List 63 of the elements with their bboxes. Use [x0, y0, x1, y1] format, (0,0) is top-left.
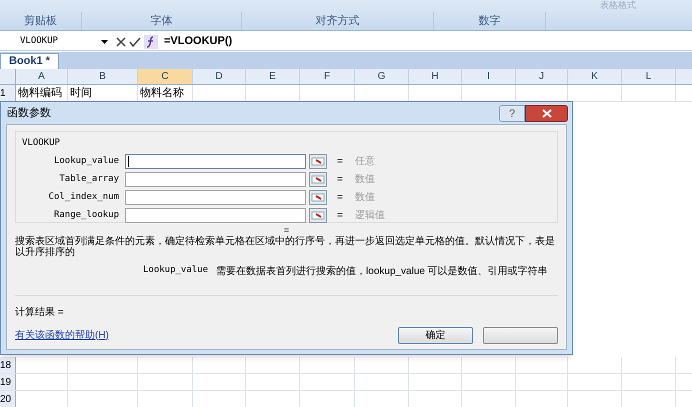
row-header[interactable]: 19 — [0, 374, 16, 390]
table-cell-text: 物料名称 — [140, 86, 184, 101]
row-header[interactable]: 1 — [0, 85, 16, 101]
caret-icon — [101, 40, 108, 44]
column-header[interactable]: H — [409, 69, 462, 84]
column-header[interactable]: K — [568, 69, 622, 84]
argument-field[interactable] — [125, 154, 306, 169]
text-cursor-icon — [128, 156, 129, 167]
sheet-tab[interactable]: Book1 * — [0, 53, 59, 69]
argument-help-name: Lookup_value — [143, 264, 208, 277]
help-button[interactable]: ? — [499, 104, 525, 122]
check-icon[interactable] — [129, 36, 141, 46]
cancel-icon[interactable] — [116, 36, 126, 46]
column-header[interactable]: D — [193, 69, 246, 84]
column-header[interactable]: C — [138, 69, 193, 84]
ribbon-group-label: 剪贴板 — [24, 14, 57, 29]
help-link[interactable]: 有关该函数的帮助(H) — [15, 328, 109, 342]
equals-sign: = — [337, 191, 344, 205]
argument-label: Table_array — [58, 172, 120, 186]
argument-field[interactable] — [125, 172, 306, 187]
table-cell-text: 时间 — [70, 86, 92, 101]
argument-result: 任意 — [355, 154, 375, 169]
equals-sign: = — [337, 173, 344, 187]
argument-field[interactable] — [125, 190, 306, 205]
ribbon-group-label: 数字 — [478, 14, 500, 29]
argument-result: 逻辑值 — [355, 208, 385, 223]
close-icon — [542, 108, 552, 118]
row-header[interactable]: 18 — [0, 357, 16, 373]
ok-button[interactable]: 确定 — [398, 326, 473, 344]
function-name: VLOOKUP — [22, 138, 60, 148]
argument-label: Col_index_num — [48, 190, 120, 204]
formula-text[interactable]: =VLOOKUP() — [164, 33, 232, 50]
column-header[interactable]: L — [622, 69, 676, 84]
argument-result: 数值 — [355, 173, 375, 187]
column-header[interactable]: F — [300, 69, 355, 84]
cancel-button[interactable] — [483, 326, 558, 344]
name-box[interactable]: VLOOKUP — [0, 34, 112, 50]
column-header[interactable]: I — [462, 69, 516, 84]
row-header[interactable]: 20 — [0, 391, 16, 407]
column-header[interactable]: A — [16, 69, 68, 84]
equals-sign: = — [337, 209, 344, 223]
range-select-icon[interactable] — [309, 208, 327, 223]
column-header[interactable]: G — [355, 69, 409, 84]
column-header[interactable]: E — [246, 69, 300, 84]
range-select-icon[interactable] — [309, 154, 327, 169]
argument-label: Range_lookup — [52, 208, 120, 222]
argument-label: Lookup_value — [52, 154, 120, 168]
function-description: 搜索表区域首列满足条件的元素，确定待检索单元格在区域中的行序号，再进一步返回选定单元格的值。默认情况下，表是以升序排序的 — [15, 236, 556, 258]
argument-field[interactable] — [125, 208, 306, 223]
ribbon-group-label: 对齐方式 — [316, 14, 360, 29]
equals-sign: = — [337, 155, 344, 169]
range-select-icon[interactable] — [309, 172, 327, 187]
argument-result: 数值 — [355, 191, 375, 205]
table-cell-text: 物料编码 — [18, 86, 62, 101]
function-icon[interactable] — [144, 34, 158, 48]
result-label: 计算结果 = — [15, 307, 64, 318]
argument-help-text: 需要在数据表首列进行搜索的值，lookup_value 可以是数值、引用或字符串 — [216, 264, 548, 279]
ribbon-group-label: 字体 — [150, 14, 172, 29]
dialog-title: 函数参数 — [7, 106, 51, 121]
close-button[interactable] — [525, 104, 568, 122]
result-sign: = — [284, 225, 290, 235]
column-header[interactable]: J — [516, 69, 568, 84]
range-select-icon[interactable] — [309, 190, 327, 205]
